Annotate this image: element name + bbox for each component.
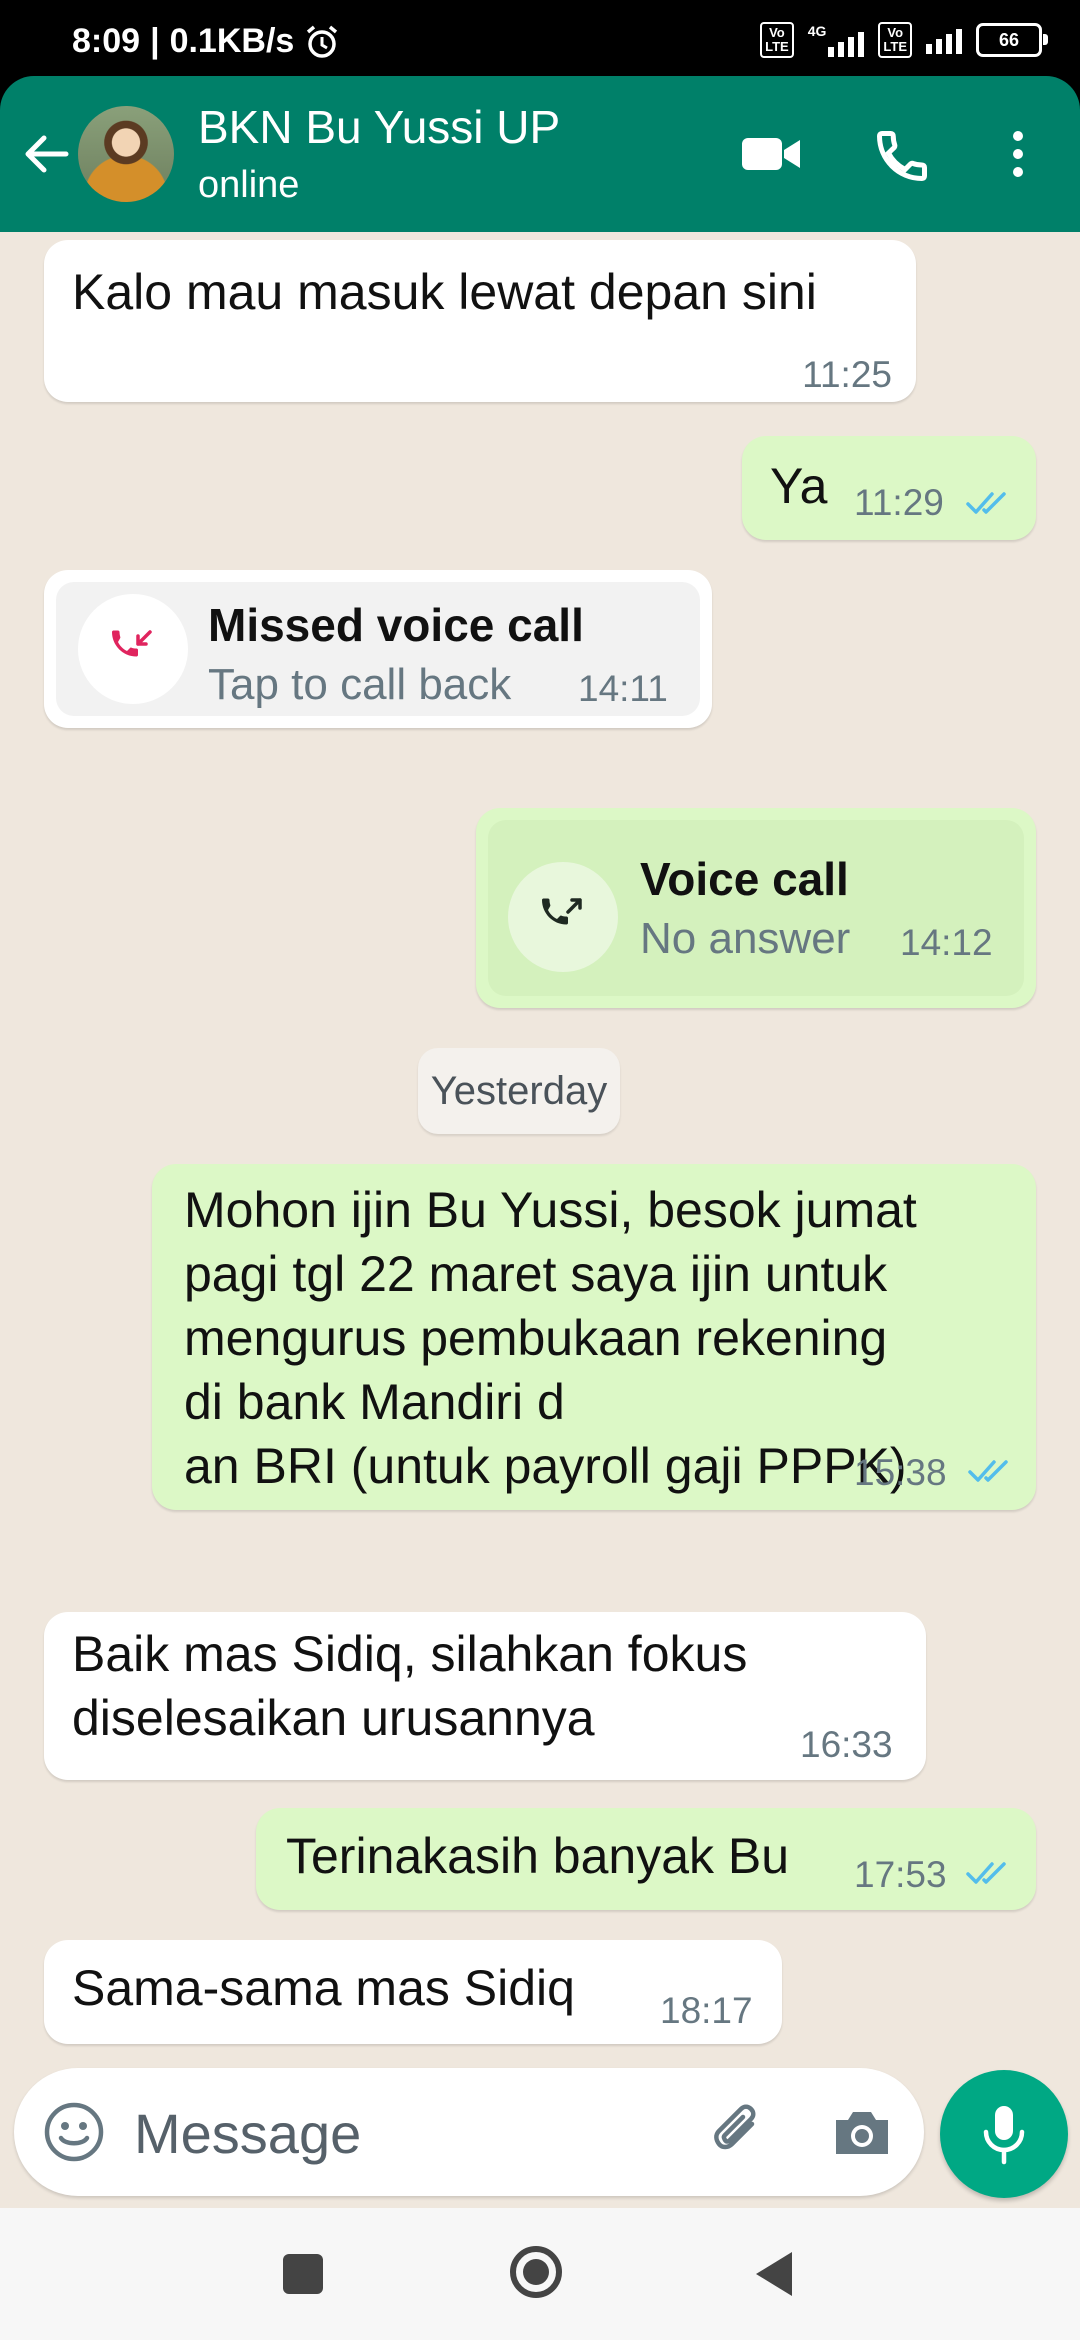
avatar[interactable] bbox=[78, 106, 174, 202]
recents-button[interactable] bbox=[283, 2254, 323, 2294]
network-speed: 0.1KB/s bbox=[169, 22, 295, 60]
message-incoming[interactable]: Baik mas Sidiq, silahkan fokus diselesai… bbox=[44, 1612, 926, 1780]
call-icon-circle bbox=[508, 862, 618, 972]
network-type: 4G bbox=[808, 23, 865, 57]
emoji-icon[interactable] bbox=[42, 2100, 106, 2164]
chat-area[interactable]: Kalo mau masuk lewat depan sini 11:25 Ya… bbox=[0, 232, 1080, 2208]
voice-call-icon[interactable] bbox=[872, 126, 932, 186]
signal-bars-icon-2 bbox=[926, 26, 962, 54]
message-incoming[interactable]: Kalo mau masuk lewat depan sini 11:25 bbox=[44, 240, 916, 402]
message-outgoing[interactable]: Mohon ijin Bu Yussi, besok jumat pagi tg… bbox=[152, 1164, 1036, 1510]
volte-icon-2: Vo LTE bbox=[878, 22, 912, 58]
volte-icon: Vo LTE bbox=[760, 22, 794, 58]
camera-icon[interactable] bbox=[830, 2102, 894, 2162]
network-label: 4G bbox=[807, 23, 827, 39]
message-time: 15:38 bbox=[854, 1452, 947, 1493]
message-composer bbox=[14, 2068, 924, 2196]
video-call-icon[interactable] bbox=[740, 126, 804, 182]
contact-name[interactable]: BKN Bu Yussi UP bbox=[198, 100, 560, 154]
battery-level: 66 bbox=[998, 29, 1020, 50]
missed-call-icon-circle bbox=[78, 594, 188, 704]
message-text: Terinakasih banyak Bu bbox=[286, 1828, 790, 1884]
message-time: 11:25 bbox=[802, 354, 892, 395]
read-ticks-icon bbox=[968, 1460, 1008, 1482]
chat-header: BKN Bu Yussi UP online bbox=[0, 76, 1080, 232]
message-time: 18:17 bbox=[660, 1990, 753, 2031]
voice-call-bubble[interactable]: Voice call No answer 14:12 bbox=[476, 808, 1036, 1008]
status-left: 8:09 | 0.1KB/s bbox=[72, 22, 340, 61]
call-subtitle: No answer bbox=[640, 914, 851, 963]
read-ticks-icon bbox=[966, 492, 1006, 514]
message-text: Mohon ijin Bu Yussi, besok jumat pagi tg… bbox=[184, 1182, 917, 1494]
home-button[interactable] bbox=[510, 2246, 562, 2298]
outgoing-call-icon bbox=[542, 898, 582, 925]
message-time: 16:33 bbox=[800, 1724, 893, 1765]
message-time: 11:29 bbox=[854, 482, 944, 523]
back-arrow-icon[interactable] bbox=[18, 126, 74, 182]
back-triangle-icon[interactable] bbox=[752, 2250, 794, 2298]
clock: 8:09 bbox=[72, 22, 141, 60]
message-time: 14:11 bbox=[578, 668, 668, 709]
message-text: Baik mas Sidiq, silahkan fokus diselesai… bbox=[72, 1626, 748, 1746]
message-text: Sama-sama mas Sidiq bbox=[72, 1960, 575, 2016]
message-outgoing[interactable]: Terinakasih banyak Bu 17:53 bbox=[256, 1808, 1036, 1910]
battery-icon: 66 bbox=[976, 23, 1048, 57]
message-time: 17:53 bbox=[854, 1854, 947, 1895]
call-card[interactable]: Missed voice call Tap to call back 14:11 bbox=[56, 582, 700, 716]
call-title: Missed voice call bbox=[208, 599, 584, 651]
message-input[interactable] bbox=[132, 2094, 696, 2172]
missed-call-bubble[interactable]: Missed voice call Tap to call back 14:11 bbox=[44, 570, 712, 728]
call-card[interactable]: Voice call No answer 14:12 bbox=[488, 820, 1024, 996]
message-text: Kalo mau masuk lewat depan sini bbox=[72, 264, 817, 320]
read-ticks-icon bbox=[966, 1862, 1006, 1884]
more-options-icon[interactable] bbox=[1000, 124, 1036, 184]
system-nav-bar bbox=[0, 2208, 1080, 2340]
missed-call-icon bbox=[112, 630, 152, 657]
call-title: Voice call bbox=[640, 853, 849, 905]
message-text: Ya bbox=[770, 458, 828, 514]
mic-button[interactable] bbox=[940, 2070, 1068, 2198]
message-incoming[interactable]: Sama-sama mas Sidiq 18:17 bbox=[44, 1940, 782, 2044]
status-right: Vo LTE 4G Vo LTE 66 bbox=[760, 22, 1048, 58]
signal-bars-icon bbox=[828, 29, 865, 57]
message-time: 14:12 bbox=[900, 922, 993, 963]
message-outgoing[interactable]: Ya 11:29 bbox=[742, 436, 1036, 540]
call-subtitle: Tap to call back bbox=[208, 660, 512, 709]
contact-status: online bbox=[198, 164, 300, 206]
mic-icon bbox=[983, 2106, 1025, 2165]
attach-icon[interactable] bbox=[704, 2098, 774, 2168]
alarm-icon bbox=[307, 25, 338, 58]
status-bar: 8:09 | 0.1KB/s Vo LTE 4G Vo LTE 66 bbox=[0, 0, 1080, 76]
date-separator: Yesterday bbox=[418, 1048, 620, 1134]
